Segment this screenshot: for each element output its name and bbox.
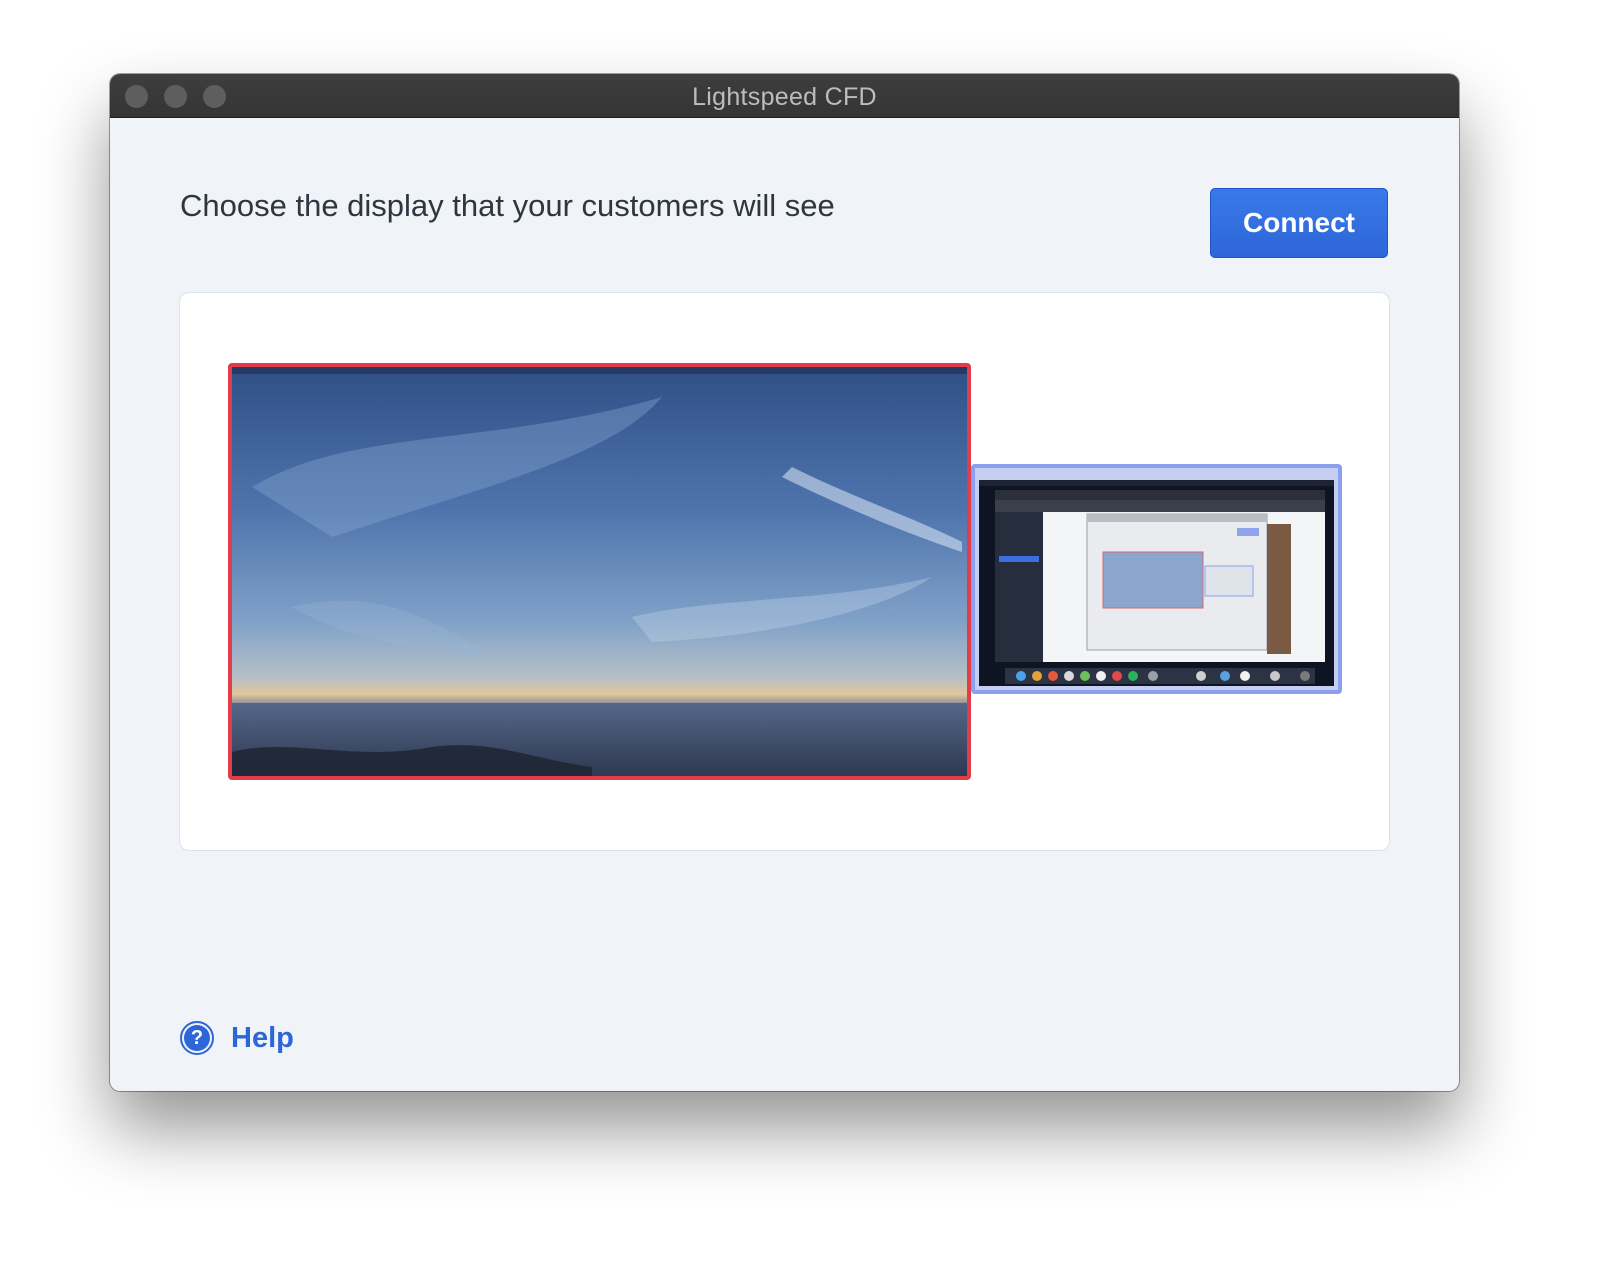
help-label: Help bbox=[231, 1021, 294, 1054]
question-circle-icon: ? bbox=[180, 1021, 214, 1055]
help-icon-glyph: ? bbox=[184, 1025, 210, 1051]
secondary-display-thumbnail[interactable] bbox=[971, 464, 1342, 694]
help-link[interactable]: ? Help bbox=[180, 1020, 294, 1056]
page-heading: Choose the display that your customers w… bbox=[180, 188, 835, 223]
window-title: Lightspeed CFD bbox=[692, 83, 877, 111]
connect-button[interactable]: Connect bbox=[1210, 188, 1388, 258]
desktop-wallpaper-ocean-sky bbox=[232, 367, 967, 776]
primary-display-thumbnail[interactable] bbox=[228, 363, 971, 780]
secondary-desktop-preview bbox=[975, 468, 1338, 690]
desktop-menu-bar bbox=[232, 367, 967, 374]
title-bar[interactable]: Lightspeed CFD bbox=[110, 74, 1459, 118]
